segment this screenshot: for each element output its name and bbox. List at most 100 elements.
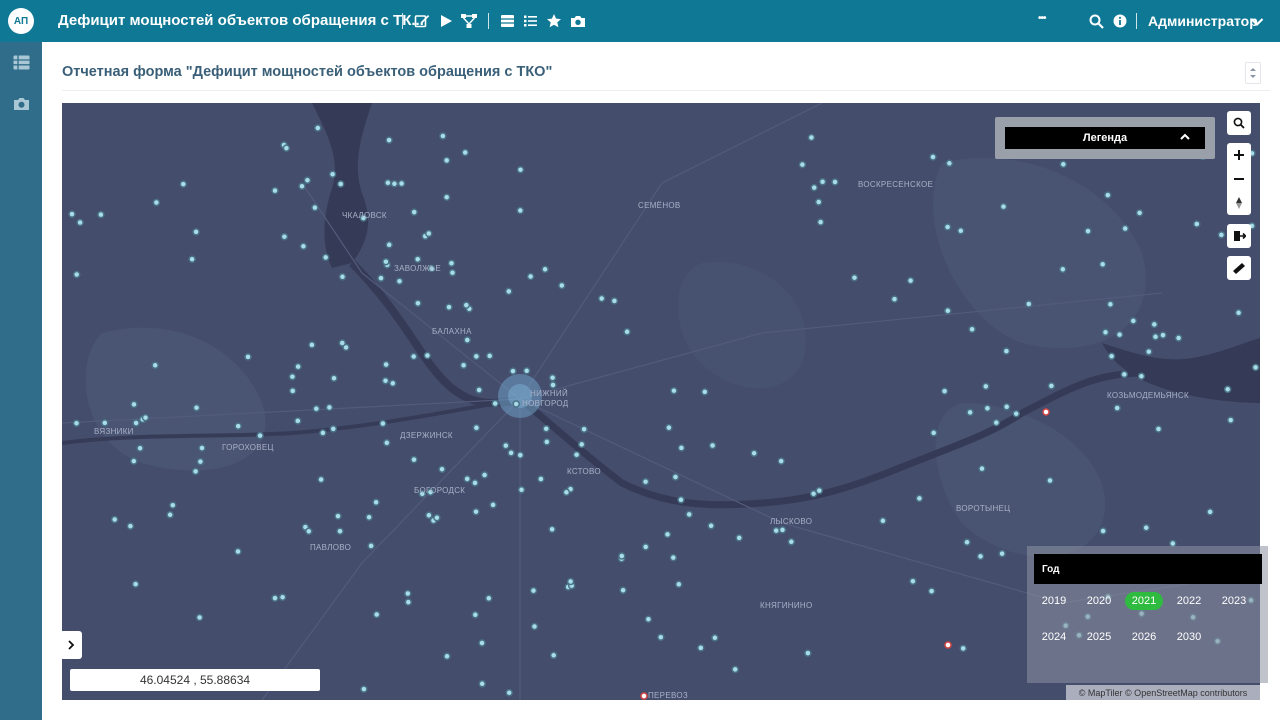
map-marker[interactable]: [777, 457, 785, 465]
map-marker[interactable]: [334, 512, 342, 520]
avatar[interactable]: АП: [8, 8, 34, 34]
map-marker[interactable]: [433, 513, 441, 522]
map-marker[interactable]: [929, 153, 937, 161]
map-marker[interactable]: [1002, 403, 1011, 411]
map-marker[interactable]: [597, 294, 606, 303]
map-marker[interactable]: [445, 303, 453, 311]
map-marker[interactable]: [1206, 508, 1214, 516]
network-icon[interactable]: [459, 11, 479, 31]
map-marker[interactable]: [1047, 382, 1056, 390]
map-marker[interactable]: [404, 598, 413, 606]
map-marker[interactable]: [166, 511, 174, 519]
map-marker[interactable]: [336, 527, 344, 535]
map-marker[interactable]: [97, 210, 105, 219]
map-marker[interactable]: [151, 361, 159, 370]
map-marker[interactable]: [831, 178, 839, 186]
map-marker[interactable]: [317, 475, 325, 484]
year-option-2024[interactable]: 2024: [1035, 628, 1073, 646]
map-marker[interactable]: [665, 423, 673, 432]
map-marker[interactable]: [850, 273, 859, 282]
map-marker[interactable]: [425, 229, 433, 238]
map-marker[interactable]: [1113, 404, 1121, 412]
map-marker[interactable]: [311, 203, 319, 212]
map-marker[interactable]: [131, 580, 140, 588]
map-marker[interactable]: [462, 301, 471, 309]
map-marker[interactable]: [505, 287, 513, 296]
map-marker[interactable]: [731, 665, 739, 674]
map-marker[interactable]: [409, 352, 418, 361]
map-marker[interactable]: [169, 501, 177, 509]
map-marker[interactable]: [384, 179, 392, 187]
map-marker[interactable]: [141, 413, 150, 422]
map-marker[interactable]: [1115, 330, 1124, 339]
map-marker[interactable]: [1217, 231, 1226, 239]
search-icon[interactable]: [1086, 11, 1106, 31]
map-marker[interactable]: [471, 479, 479, 487]
map-marker[interactable]: [256, 431, 264, 440]
map-marker[interactable]: [787, 538, 796, 546]
map-marker[interactable]: [976, 552, 985, 561]
map-marker[interactable]: [390, 180, 399, 188]
map-marker[interactable]: [663, 530, 672, 539]
map-marker[interactable]: [772, 526, 780, 535]
map-marker[interactable]: [750, 449, 758, 457]
map-marker[interactable]: [192, 403, 201, 412]
map-marker[interactable]: [735, 534, 743, 542]
map-marker[interactable]: [126, 522, 135, 530]
map-marker[interactable]: [657, 633, 665, 641]
map-marker[interactable]: [814, 198, 823, 206]
map-marker[interactable]: [509, 367, 517, 375]
map-marker[interactable]: [472, 507, 480, 516]
map-marker[interactable]: [507, 449, 515, 457]
map-marker[interactable]: [1150, 320, 1159, 329]
map-marker[interactable]: [940, 387, 949, 395]
map-marker[interactable]: [959, 644, 967, 653]
map-marker[interactable]: [1059, 160, 1068, 169]
map-marker[interactable]: [136, 444, 144, 452]
map-marker[interactable]: [549, 381, 557, 389]
map-marker[interactable]: [944, 307, 952, 315]
map-marker[interactable]: [485, 352, 494, 360]
map-marker[interactable]: [478, 639, 486, 647]
map-marker[interactable]: [685, 510, 693, 519]
map-marker[interactable]: [328, 170, 337, 178]
year-option-2019[interactable]: 2019: [1035, 592, 1073, 610]
map-marker[interactable]: [303, 176, 312, 184]
map-marker[interactable]: [542, 424, 550, 433]
map-marker[interactable]: [619, 586, 627, 594]
map-marker[interactable]: [1059, 265, 1067, 274]
map-marker[interactable]: [288, 387, 297, 395]
map-marker[interactable]: [1142, 523, 1150, 532]
map-marker[interactable]: [1154, 425, 1163, 433]
map-marker[interactable]: [442, 193, 451, 201]
map-marker[interactable]: [271, 594, 279, 602]
map-marker[interactable]: [472, 352, 481, 361]
map-marker[interactable]: [516, 451, 525, 459]
map-marker[interactable]: [298, 182, 306, 190]
map-marker[interactable]: [1002, 347, 1011, 355]
info-icon[interactable]: [1110, 11, 1130, 31]
map-marker[interactable]: [288, 372, 297, 381]
map-marker[interactable]: [1193, 220, 1201, 228]
map-marker[interactable]: [1099, 527, 1107, 535]
map-marker-alert[interactable]: [640, 692, 648, 700]
year-option-2021[interactable]: 2021: [1125, 592, 1163, 610]
year-option-2026[interactable]: 2026: [1125, 628, 1163, 646]
map-marker[interactable]: [305, 527, 313, 536]
edit-icon[interactable]: [412, 11, 432, 31]
play-icon[interactable]: [436, 11, 456, 31]
map-marker[interactable]: [385, 241, 393, 249]
list-icon[interactable]: [520, 11, 540, 31]
map-marker[interactable]: [72, 270, 81, 279]
collapse-toggle[interactable]: [1245, 62, 1261, 84]
year-option-2023[interactable]: 2023: [1215, 592, 1253, 610]
map-marker[interactable]: [502, 441, 510, 450]
map-marker[interactable]: [998, 549, 1006, 558]
map-marker[interactable]: [76, 218, 84, 227]
map-marker[interactable]: [1135, 209, 1144, 217]
map-marker[interactable]: [110, 515, 119, 524]
map-marker[interactable]: [188, 255, 196, 263]
map-marker[interactable]: [1106, 300, 1115, 309]
camera-icon[interactable]: [568, 11, 588, 31]
map-marker[interactable]: [308, 341, 316, 349]
